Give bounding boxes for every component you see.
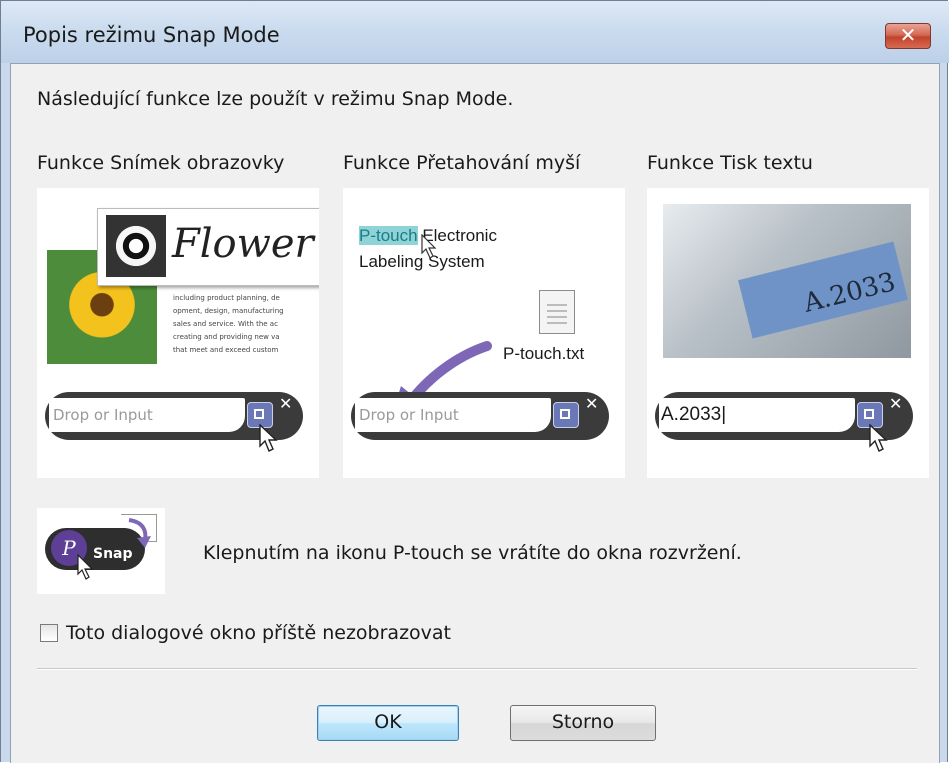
snap-input-field: A.2033| (659, 398, 855, 432)
captured-region: Flower (97, 208, 319, 286)
ok-button[interactable]: OK (317, 705, 459, 741)
close-button[interactable]: ✕ (885, 23, 931, 49)
close-icon: ✕ (585, 394, 599, 413)
mouse-cursor-icon (421, 234, 437, 259)
intro-text: Následující funkce lze použít v režimu S… (37, 88, 514, 110)
mouse-cursor-icon (869, 424, 888, 452)
cancel-button[interactable]: Storno (510, 705, 656, 741)
column-title-drag-drop: Funkce Přetahování myší (343, 152, 581, 174)
dont-show-again-label[interactable]: Toto dialogové okno příště nezobrazovat (66, 622, 451, 644)
screenshot-illustration: including product planning, de opment, d… (37, 188, 319, 478)
window-title: Popis režimu Snap Mode (23, 23, 280, 47)
snap-icon-illustration: P Snap (37, 508, 165, 594)
drag-drop-illustration: P-touch Electronic Labeling System P-tou… (343, 188, 625, 478)
dont-show-again-checkbox[interactable] (40, 624, 58, 642)
column-title-text-print: Funkce Tisk textu (647, 152, 813, 174)
highlighted-text: P-touch (359, 226, 418, 245)
label-printer-photo: A.2033 (663, 204, 911, 358)
flower-heading: Flower (172, 221, 314, 267)
dialog-content: Následující funkce lze použít v režimu S… (10, 63, 940, 763)
column-title-screenshot: Funkce Snímek obrazovky (37, 152, 285, 174)
close-icon: ✕ (899, 23, 917, 47)
snap-input-field: Drop or Input (49, 398, 245, 432)
close-icon: ✕ (279, 394, 293, 413)
snap-input-bar: Drop or Input ✕ (351, 392, 609, 440)
snap-input-field: Drop or Input (355, 398, 551, 432)
mouse-cursor-icon (259, 424, 278, 452)
input-placeholder: Drop or Input (359, 406, 459, 424)
document-body-text: including product planning, de opment, d… (173, 294, 284, 354)
mouse-cursor-icon (77, 554, 94, 580)
return-arrow-icon (128, 518, 151, 548)
file-name: P-touch.txt (503, 344, 585, 363)
capture-icon (553, 402, 579, 428)
snap-icon-description: Klepnutím na ikonu P-touch se vrátíte do… (203, 542, 742, 564)
input-placeholder: Drop or Input (53, 406, 153, 424)
close-icon: ✕ (889, 394, 903, 413)
typed-text: A.2033| (661, 404, 727, 425)
text-file-icon (539, 290, 575, 334)
title-bar[interactable]: Popis režimu Snap Mode ✕ (1, 1, 949, 63)
flower-icon (106, 215, 166, 277)
separator (37, 668, 917, 670)
dialog-window: Popis režimu Snap Mode ✕ Následující fun… (0, 0, 949, 763)
text-print-illustration: A.2033 A.2033| ✕ (647, 188, 929, 478)
